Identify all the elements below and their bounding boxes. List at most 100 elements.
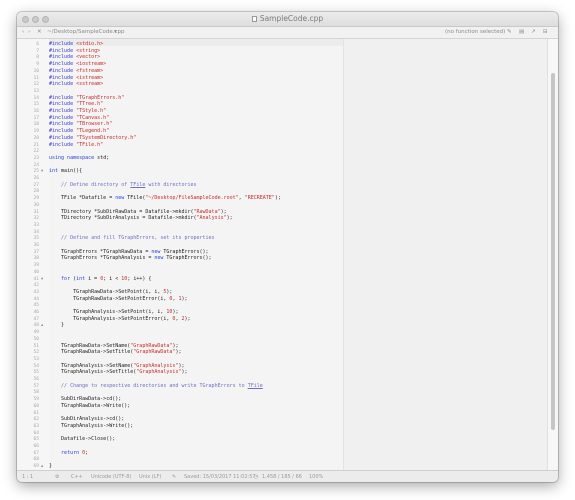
editor-window: SampleCode.cpp ‹ › ✕ ~/Desktop/SampleCod… <box>17 12 558 482</box>
code-token: "TFile.h" <box>76 141 104 148</box>
code-token: "GraphRawData" <box>133 349 176 356</box>
code-token: #include <box>49 81 77 88</box>
code-token: #include <box>49 47 77 54</box>
scrollbar-thumb[interactable] <box>551 73 555 430</box>
code-token: #include <box>49 74 77 81</box>
counterpart-icon[interactable]: ▤ <box>519 29 524 35</box>
code-token: ); <box>226 215 233 222</box>
code-token: #include <box>49 94 77 101</box>
function-popup[interactable]: (no function selected) <box>445 29 505 35</box>
code-token: #include <box>49 61 77 68</box>
path-popup[interactable]: ~/Desktop/SampleCode.cpp <box>47 29 124 35</box>
split-icon[interactable]: ↗ <box>531 29 536 35</box>
code-token: TFile *Datafile = <box>49 195 116 202</box>
code-token: ); <box>175 349 182 356</box>
zoom-level[interactable]: 100% <box>309 474 323 480</box>
line-endings-selector[interactable]: Unix (LF) <box>139 474 161 480</box>
code-token: <stdio.h> <box>76 41 104 47</box>
code-token: ; i < <box>103 275 122 282</box>
code-token: Datafile->Close(); <box>49 436 116 443</box>
document-icon <box>251 16 257 22</box>
code-token: #include <box>49 134 77 141</box>
code-token: TDirectory *SubDirRawData = Datafile->mk… <box>49 208 194 215</box>
code-token: "GraphRawData" <box>130 342 173 349</box>
code-token: <string> <box>76 47 101 54</box>
code-token: ); <box>172 309 179 315</box>
code-token: return <box>61 449 83 456</box>
code-token: TDirectory *SubDirAnalysis = Datafile->m… <box>49 215 197 222</box>
saved-timestamp: Saved: 15/03/2017 11:02:57 <box>184 474 256 480</box>
code-token: new <box>151 248 164 255</box>
code-token: TGraphRawData->Write(); <box>49 402 131 409</box>
code-token: "~/Desktop/FileSampleCode.root" <box>145 195 239 202</box>
right-margin-area <box>343 39 548 470</box>
code-token: TFile( <box>127 195 146 202</box>
code-token: TFile <box>247 382 263 389</box>
code-token: // Define directory of <box>61 181 131 188</box>
code-token: #include <box>49 101 77 108</box>
code-token: <iostream> <box>76 61 107 68</box>
code-token: TGraphAnalysis->SetPoint(i, i, <box>49 309 167 315</box>
code-token: "TSystemDirectory.h" <box>76 134 137 141</box>
code-token: TGraphErrors *TGraphRawData = <box>49 248 152 255</box>
fold-open-icon[interactable]: ▾ <box>41 276 46 283</box>
forward-icon[interactable]: › <box>28 29 30 35</box>
code-token: ; <box>85 449 89 456</box>
code-token: using namespace <box>49 154 98 161</box>
code-token: main(){ <box>61 168 83 175</box>
code-token: SubDirRawData->cd(); <box>49 396 122 403</box>
fold-close-icon[interactable]: ▴ <box>41 322 46 329</box>
code-token: ); <box>172 342 179 349</box>
code-token: ); <box>184 315 191 322</box>
title-bar: SampleCode.cpp <box>17 12 558 27</box>
code-token: TGraphErrors(); <box>166 255 212 262</box>
navigation-bar: ‹ › ✕ ~/Desktop/SampleCode.cpp ▾ (no fun… <box>17 27 558 39</box>
code-token: std; <box>97 154 110 161</box>
syntax-selector[interactable]: C++ <box>71 474 83 480</box>
window-title: SampleCode.cpp <box>17 14 558 23</box>
code-token: TFile <box>130 181 146 188</box>
code-token: #include <box>49 41 77 47</box>
code-token: #include <box>49 67 77 74</box>
bookmark-icon[interactable]: ✎ <box>507 29 512 35</box>
code-token: TGraphErrors(); <box>163 248 209 255</box>
split-view-icon[interactable]: ⊟ <box>543 29 548 35</box>
code-token: <vector> <box>76 54 101 61</box>
code-token: <sstream> <box>76 81 104 88</box>
line-col-indicator[interactable]: 1 : 1 <box>22 474 33 480</box>
encoding-selector[interactable]: Unicode (UTF-8) <box>91 474 131 480</box>
code-token: ); <box>274 195 281 202</box>
code-token: // Change to respective directories and … <box>61 382 248 389</box>
code-token: new <box>154 255 167 262</box>
document-stats[interactable]: 1,458 / 185 / 66 <box>262 474 302 480</box>
back-icon[interactable]: ‹ <box>22 29 24 35</box>
code-text[interactable]: #include <stdio.h> #include <string> #incl… <box>49 39 343 470</box>
code-token: ); <box>181 295 188 302</box>
editor-area[interactable]: 6 7 8 9 10 11 12 13 14 15 16 17 18 19 20 21 22 23 24 25 ▾ 26 2… <box>17 39 548 470</box>
code-token: "TStyle.h" <box>76 108 107 114</box>
fold-open-icon[interactable]: ▾ <box>41 168 46 175</box>
code-token: ); <box>181 369 188 376</box>
code-token: TGraphAnalysis->Write(); <box>49 422 134 429</box>
code-token: "TTree.h" <box>76 101 104 108</box>
code-token: #include <box>49 121 77 128</box>
code-token: int <box>76 275 89 282</box>
vertical-scrollbar[interactable] <box>547 39 558 470</box>
line-number-gutter: 6 7 8 9 10 11 12 13 14 15 16 17 18 19 20 21 22 23 24 25 ▾ 26 2… <box>17 39 49 470</box>
code-token: ); <box>166 288 173 295</box>
document-stats-icon: ◷ <box>254 474 259 480</box>
code-token: "RawData" <box>193 208 221 215</box>
lock-icon[interactable]: ✎ <box>172 474 176 480</box>
code-token: SubDirAnalysis->cd(); <box>49 416 125 423</box>
code-token: "TCanvas.h" <box>76 114 110 121</box>
code-token: #include <box>49 114 77 121</box>
close-document-icon[interactable]: ✕ <box>37 29 42 35</box>
code-token: #include <box>49 108 77 114</box>
settings-icon[interactable]: ⚙ <box>55 474 59 480</box>
code-token: <istream> <box>76 74 104 81</box>
code-token: ; i++) { <box>127 275 152 282</box>
code-token: with directories <box>145 181 197 188</box>
code-token: } <box>49 463 53 470</box>
